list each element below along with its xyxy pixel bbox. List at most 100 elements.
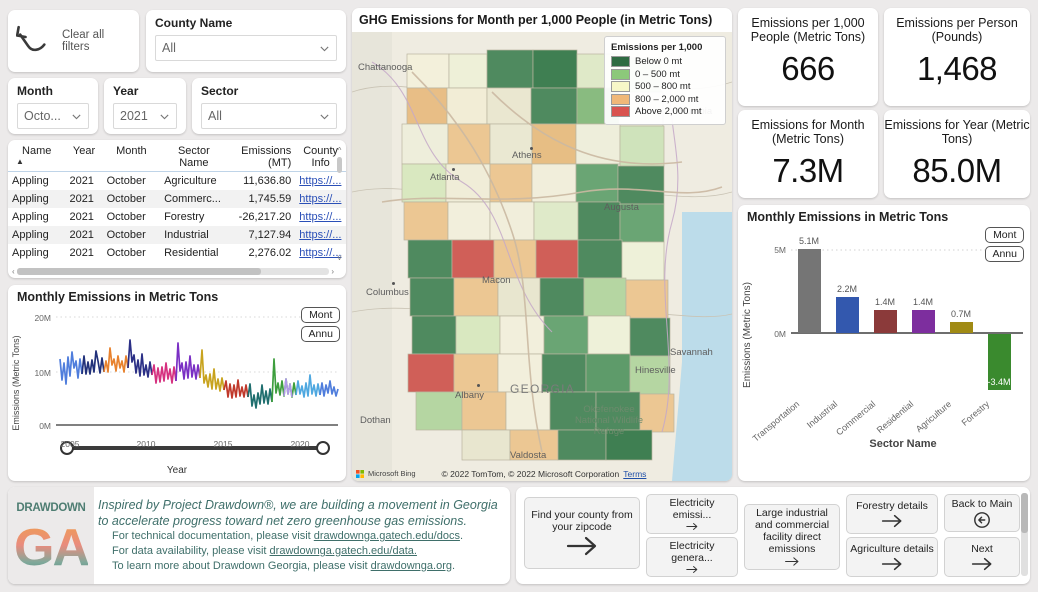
- column-header-month[interactable]: Month: [102, 140, 161, 172]
- nav-electricity-emissions[interactable]: Electricity emissi...: [646, 494, 738, 534]
- nav-scrollbar[interactable]: [1021, 493, 1028, 576]
- map-dot-columbus: [392, 282, 395, 285]
- cell-month: October: [106, 193, 146, 205]
- cell-sector: Forestry: [164, 211, 205, 223]
- drawdown-ga-logo: DRAWDOWN GA: [8, 487, 94, 584]
- sector-dropdown-value: All: [208, 109, 222, 123]
- scrollbar-track[interactable]: [16, 267, 330, 275]
- nav-next[interactable]: Next: [944, 537, 1020, 577]
- bar-industrial[interactable]: [836, 297, 859, 333]
- nav-electricity-generation[interactable]: Electricity genera...: [646, 537, 738, 577]
- footer-data-text: For data availability, please visit: [112, 545, 270, 557]
- county-dropdown[interactable]: All: [155, 35, 337, 61]
- toggle-annual[interactable]: Annu: [985, 246, 1024, 262]
- bar-cat-transportation: Transportation: [751, 399, 802, 444]
- nav-agriculture-details[interactable]: Agriculture details: [846, 537, 938, 577]
- scroll-down-icon[interactable]: v: [338, 253, 342, 262]
- toggle-annual[interactable]: Annu: [301, 326, 340, 342]
- bar-residential[interactable]: [912, 310, 935, 333]
- undo-arrow-icon: [15, 19, 58, 64]
- bar-chart-title: Monthly Emissions in Metric Tons: [747, 210, 949, 224]
- nav-forestry-details[interactable]: Forestry details: [846, 494, 938, 534]
- column-header-year[interactable]: Year: [65, 140, 103, 172]
- scrollbar-thumb[interactable]: [16, 267, 261, 275]
- arrow-right-icon: [971, 557, 992, 570]
- georgia-choropleth-map[interactable]: GHG Emissions for Month per 1,000 People…: [352, 8, 732, 481]
- toggle-monthly[interactable]: Mont: [985, 227, 1024, 243]
- footer-about-link[interactable]: drawdownga.org: [371, 560, 452, 572]
- bar-cat-industrial: Industrial: [805, 399, 839, 430]
- footer-data-link[interactable]: drawdownga.gatech.edu/data.: [270, 545, 417, 557]
- table-row[interactable]: Appling 2021 October Industrial 7,127.94…: [8, 226, 346, 244]
- nav-label: Agriculture details: [850, 542, 934, 555]
- cell-name: Appling: [12, 229, 49, 241]
- month-dropdown[interactable]: Octo...: [17, 103, 89, 129]
- table-horizontal-scrollbar[interactable]: ‹ ›: [12, 266, 334, 276]
- line-chart-title: Monthly Emissions in Metric Tons: [17, 290, 219, 304]
- footer-docs-period: .: [459, 530, 464, 542]
- arrow-right-icon: [686, 523, 698, 530]
- bar-chart-toggle-group: Mont Annu: [985, 227, 1024, 262]
- bar-label-forestry: -3.4M: [987, 377, 1010, 387]
- kpi-emissions-per-1000-people: Emissions per 1,000 People (Metric Tons)…: [738, 8, 878, 106]
- map-terms-link[interactable]: Terms: [623, 469, 646, 479]
- kpi-label: Emissions per Person (Pounds): [896, 16, 1018, 44]
- clear-all-filters-label: Clear all filters: [62, 29, 105, 53]
- table-body: Appling 2021 October Agriculture 11,636.…: [8, 172, 346, 263]
- column-header-emissions[interactable]: Emissions (MT): [227, 140, 296, 172]
- nav-find-county-from-zipcode[interactable]: Find your county from your zipcode: [524, 497, 640, 569]
- table-row[interactable]: Appling 2021 October Forestry -26,217.20…: [8, 208, 346, 226]
- cell-year: 2021: [69, 211, 94, 223]
- nav-back-to-main[interactable]: Back to Main: [944, 494, 1020, 532]
- slicer-year: Year 2021: [104, 78, 186, 134]
- scroll-left-icon[interactable]: ‹: [12, 267, 15, 276]
- scrollbar-thumb[interactable]: [337, 157, 342, 173]
- scroll-right-icon[interactable]: ›: [331, 267, 334, 276]
- scroll-up-icon[interactable]: ^: [338, 146, 342, 155]
- column-header-name[interactable]: Name ▲: [8, 140, 66, 172]
- line-xtick-2015: 2015: [214, 439, 233, 449]
- nav-label: Find your county from your zipcode: [531, 508, 633, 533]
- kpi-value: 1,468: [916, 50, 998, 87]
- nav-label: Large industrial and commercial facility…: [754, 507, 830, 555]
- bar-commercial[interactable]: [874, 310, 897, 333]
- footer-docs-link[interactable]: drawdownga.gatech.edu/docs: [314, 530, 460, 542]
- column-header-sector-name[interactable]: Sector Name: [160, 140, 228, 172]
- arrow-right-icon: [881, 557, 902, 570]
- logo-icon: DRAWDOWN GA: [14, 502, 88, 575]
- table-row[interactable]: Appling 2021 October Agriculture 11,636.…: [8, 172, 346, 191]
- slicer-month: Month Octo...: [8, 78, 98, 134]
- footer-text-block: Inspired by Project Drawdown®, we are bu…: [94, 491, 510, 580]
- cell-name: Appling: [12, 247, 49, 259]
- legend-row: 800 – 2,000 mt: [611, 93, 719, 105]
- bar-transportation[interactable]: [798, 249, 821, 333]
- footer-docs-text: For technical documentation, please visi…: [112, 530, 314, 542]
- sector-emissions-bar-chart: Monthly Emissions in Metric Tons Mont An…: [738, 205, 1030, 481]
- nav-large-facility-direct-emissions[interactable]: Large industrial and commercial facility…: [744, 504, 840, 570]
- bar-cat-commercial: Commercial: [834, 399, 877, 438]
- table-vertical-scrollbar[interactable]: ^ v: [335, 146, 344, 262]
- svg-text:DRAWDOWN: DRAWDOWN: [16, 502, 85, 514]
- nav-label: Electricity emissi...: [669, 497, 715, 521]
- toggle-monthly[interactable]: Mont: [301, 307, 340, 323]
- line-series-group: [59, 339, 339, 409]
- cell-month: October: [106, 247, 146, 259]
- bar-series-group: [798, 249, 1011, 390]
- table-row[interactable]: Appling 2021 October Commerc... 1,745.59…: [8, 190, 346, 208]
- bar-agriculture[interactable]: [950, 322, 973, 333]
- footer-lead-line-1: Inspired by Project Drawdown®, we are bu…: [98, 498, 498, 512]
- legend-swatch: [611, 106, 630, 117]
- year-dropdown[interactable]: 2021: [113, 103, 177, 129]
- cell-emissions: -26,217.20: [238, 211, 292, 223]
- emissions-data-table[interactable]: Name ▲ Year Month Sector Name Emissions …: [8, 140, 346, 278]
- legend-label: Above 2,000 mt: [635, 106, 702, 117]
- legend-swatch: [611, 56, 630, 67]
- bar-ytick-5m: 5M: [774, 245, 786, 255]
- clear-all-filters-button[interactable]: Clear all filters: [8, 10, 139, 72]
- line-x-axis-ticks: 2005 2010 2015 2020: [61, 439, 310, 449]
- slicer-title-sector: Sector: [201, 84, 239, 98]
- sector-dropdown[interactable]: All: [201, 103, 337, 129]
- table-row[interactable]: Appling 2021 October Residential 2,276.0…: [8, 244, 346, 262]
- monthly-emissions-line-chart: Monthly Emissions in Metric Tons Mont An…: [8, 285, 346, 481]
- cell-year: 2021: [69, 247, 94, 259]
